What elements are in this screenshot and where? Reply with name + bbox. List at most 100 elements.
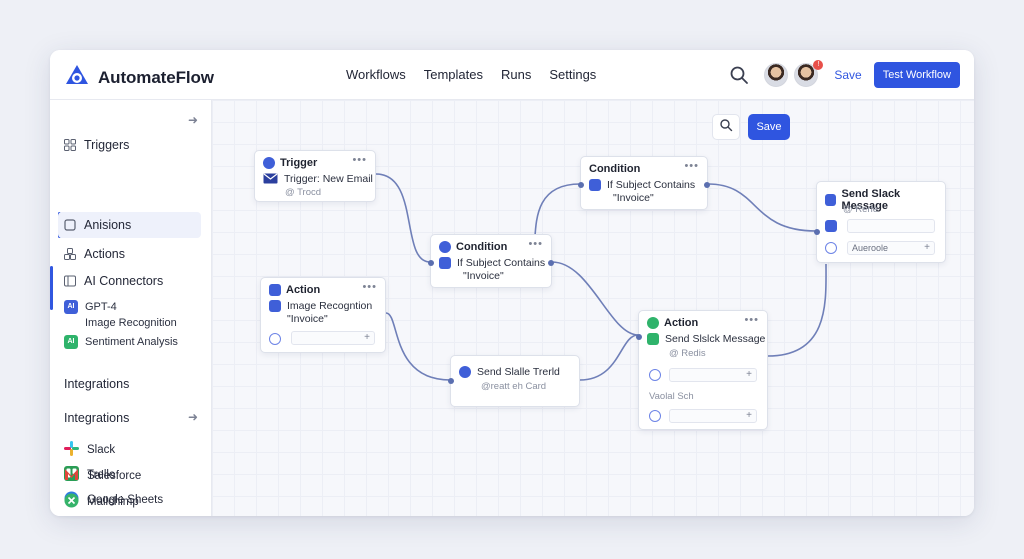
parameter-field[interactable]: Aueroole + bbox=[847, 241, 935, 255]
notification-badge: ! bbox=[813, 60, 824, 70]
sidebar-item-label: Triggers bbox=[84, 138, 130, 152]
ai-item-image-recognition[interactable]: Image Recognition bbox=[64, 317, 177, 329]
canvas-save-button[interactable]: Save bbox=[748, 114, 790, 140]
node-title: Action bbox=[664, 317, 699, 329]
node-text: If Subject Contains bbox=[607, 179, 696, 191]
avatar[interactable] bbox=[764, 63, 789, 87]
filter-icon bbox=[439, 257, 451, 269]
integration-label: Mallchimp bbox=[87, 496, 139, 508]
arrow-right-icon[interactable]: ➜ bbox=[188, 113, 198, 127]
avatar[interactable]: ! bbox=[794, 60, 824, 87]
input-port[interactable] bbox=[814, 229, 820, 235]
integration-slack[interactable]: Slack bbox=[64, 441, 115, 459]
nav-settings[interactable]: Settings bbox=[549, 67, 596, 82]
node-title: Trigger bbox=[280, 157, 318, 169]
integration-label: Slack bbox=[87, 444, 116, 456]
trigger-icon bbox=[263, 157, 275, 169]
nav-workflows[interactable]: Workflows bbox=[346, 67, 406, 82]
node-trigger[interactable]: Trigger ••• Trigger: New Email @ Trocd bbox=[254, 150, 376, 202]
ai-badge-icon: AI bbox=[64, 335, 78, 349]
integration-label: Salesforce bbox=[87, 470, 142, 482]
more-icon[interactable]: ••• bbox=[528, 238, 543, 250]
grid-icon bbox=[64, 139, 76, 151]
nav-templates[interactable]: Templates bbox=[424, 67, 483, 82]
app-window: AutomateFlow Workflows Templates Runs Se… bbox=[50, 50, 974, 516]
brand[interactable]: AutomateFlow bbox=[64, 63, 214, 92]
node-send-trello[interactable]: Send Slalle Trerld @reatt eh Card bbox=[448, 355, 580, 407]
parameter-field[interactable]: + bbox=[669, 409, 757, 423]
filter-icon bbox=[589, 179, 601, 191]
mail-icon bbox=[263, 173, 278, 188]
node-condition-middle[interactable]: Condition ••• If Subject Contains "Invoic… bbox=[428, 234, 554, 288]
sidebar-item-ai-connectors[interactable]: AI Connectors bbox=[58, 268, 201, 294]
node-text-value: "Invoice" bbox=[613, 192, 654, 204]
plus-icon[interactable]: + bbox=[746, 369, 752, 381]
plus-icon[interactable]: + bbox=[924, 242, 930, 254]
sidebar-item-label: Actions bbox=[84, 247, 125, 261]
node-text-value: "Invoice" bbox=[463, 270, 504, 282]
node-send-slack[interactable]: Send Slack Message @ Rerle Aueroole + bbox=[814, 181, 946, 263]
search-icon[interactable] bbox=[728, 64, 750, 86]
canvas-search-button[interactable] bbox=[712, 114, 740, 140]
node-subtext: @ Rerle bbox=[843, 204, 878, 215]
link-icon bbox=[649, 369, 661, 381]
more-icon[interactable]: ••• bbox=[684, 160, 699, 172]
more-icon[interactable]: ••• bbox=[362, 281, 377, 293]
more-icon[interactable]: ••• bbox=[744, 314, 759, 326]
sidebar-item-label: AI Connectors bbox=[84, 274, 164, 288]
top-header: AutomateFlow Workflows Templates Runs Se… bbox=[50, 50, 974, 100]
search-icon bbox=[719, 118, 733, 137]
node-condition-top[interactable]: Condition ••• If Subject Contains "Invoic… bbox=[578, 156, 710, 210]
panel-icon bbox=[64, 275, 76, 287]
node-title: Action bbox=[286, 284, 321, 296]
plus-icon[interactable]: + bbox=[746, 410, 752, 422]
output-port[interactable] bbox=[704, 182, 710, 188]
parameter-field[interactable]: + bbox=[291, 331, 375, 345]
mailchimp-logo-icon bbox=[64, 493, 79, 511]
more-icon[interactable]: ••• bbox=[352, 154, 367, 166]
input-port[interactable] bbox=[636, 334, 642, 340]
plus-icon[interactable]: + bbox=[364, 332, 370, 344]
node-text: Send Slalle Trerld bbox=[477, 366, 560, 378]
input-port[interactable] bbox=[428, 260, 434, 266]
sidebar-item-anisions[interactable]: Anisions bbox=[58, 212, 201, 238]
ai-item-sentiment[interactable]: AI Sentiment Analysis bbox=[64, 335, 178, 349]
parameter-field[interactable]: + bbox=[669, 368, 757, 382]
ai-item-label: Image Recognition bbox=[85, 317, 177, 329]
ai-item-gpt4[interactable]: AI GPT-4 bbox=[64, 300, 117, 314]
action-icon bbox=[269, 284, 281, 296]
arrow-right-icon[interactable]: ➜ bbox=[188, 410, 198, 424]
ai-badge-icon: AI bbox=[64, 300, 78, 314]
output-port[interactable] bbox=[548, 260, 554, 266]
input-port[interactable] bbox=[448, 378, 454, 384]
field-label: Aueroole bbox=[852, 243, 889, 253]
condition-icon bbox=[439, 241, 451, 253]
sidebar: ➜ Triggers Anisions Actions AI Connector… bbox=[50, 100, 212, 516]
brand-name: AutomateFlow bbox=[98, 67, 214, 87]
integration-mailchimp[interactable]: Mallchimp bbox=[64, 493, 139, 511]
link-icon bbox=[649, 410, 661, 422]
ai-item-label: Sentiment Analysis bbox=[85, 336, 178, 348]
node-subtext: @ Trocd bbox=[285, 187, 322, 198]
node-text-value: "Invoice" bbox=[287, 313, 328, 325]
sidebar-item-actions[interactable]: Actions bbox=[58, 241, 201, 267]
sidebar-item-triggers[interactable]: Triggers bbox=[58, 132, 201, 158]
salesforce-logo-icon bbox=[64, 467, 79, 485]
node-subtext: @ Redis bbox=[669, 348, 706, 359]
test-workflow-button[interactable]: Test Workflow bbox=[873, 62, 960, 88]
integration-salesforce[interactable]: Salesforce bbox=[64, 467, 141, 485]
action-icon bbox=[647, 317, 659, 329]
square-icon bbox=[64, 219, 76, 231]
logo-icon bbox=[64, 63, 90, 92]
save-button[interactable]: Save bbox=[834, 68, 861, 82]
node-action-left[interactable]: Action ••• Image Recogntion "Invoice" + bbox=[260, 277, 386, 353]
input-port[interactable] bbox=[578, 182, 584, 188]
section-indicator bbox=[50, 266, 53, 310]
node-action-right[interactable]: Action ••• Send Slslck Message @ Redis +… bbox=[636, 310, 768, 430]
nav-runs[interactable]: Runs bbox=[501, 67, 531, 82]
link-icon bbox=[825, 242, 837, 254]
node-subtext: @reatt eh Card bbox=[481, 381, 547, 392]
parameter-field[interactable] bbox=[847, 219, 935, 233]
field-label: Vaolal Sch bbox=[649, 391, 694, 402]
node-text: If Subject Contains bbox=[457, 257, 546, 269]
